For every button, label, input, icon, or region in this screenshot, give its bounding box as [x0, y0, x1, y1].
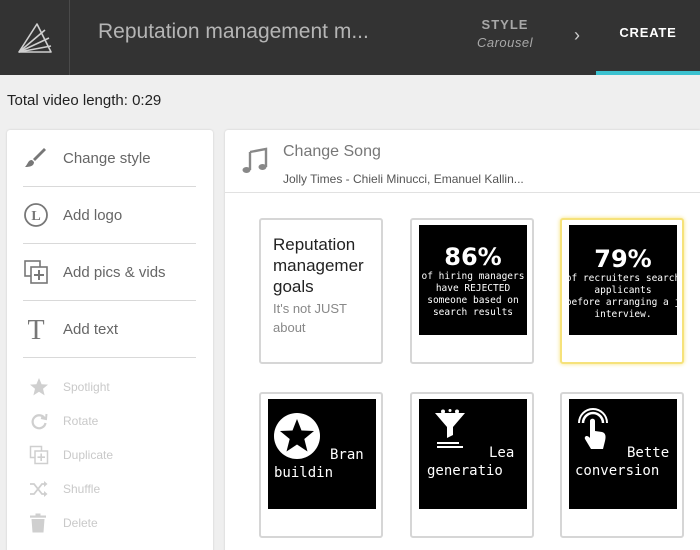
shuffle-icon: [29, 480, 57, 498]
style-step-value: Carousel: [476, 35, 534, 50]
editor-sidebar: Change style L Add logo Add pics & vids …: [7, 130, 213, 550]
project-title[interactable]: Reputation management m...: [98, 20, 368, 44]
slide-caption-line: generatio: [427, 463, 503, 479]
slide-thumbnail: 79% of recruiters search applicants befo…: [569, 225, 677, 335]
rotate-icon: [29, 411, 57, 431]
slide-text-content: Reputation managemer goals It's not JUST…: [273, 234, 375, 337]
brush-icon: [23, 146, 57, 170]
slide-caption-line: buildin: [274, 465, 334, 481]
sidebar-item-label: Add text: [63, 320, 119, 338]
tool-duplicate[interactable]: Duplicate: [29, 443, 113, 467]
fan-logo-icon: [17, 22, 52, 53]
slide-card-stat-79[interactable]: 79% of recruiters search applicants befo…: [560, 218, 684, 364]
text-t-icon: T: [23, 315, 57, 343]
app-logo[interactable]: [0, 0, 70, 75]
sidebar-item-add-logo[interactable]: L Add logo: [23, 187, 196, 244]
style-step-label: STYLE: [481, 17, 529, 32]
tool-label: Rotate: [63, 414, 99, 428]
logo-l-icon: L: [23, 202, 57, 228]
tool-spotlight[interactable]: Spotlight: [29, 375, 110, 399]
slide-card-better-conversion[interactable]: Bette conversion: [560, 392, 684, 538]
stat-line: of recruiters search: [569, 273, 677, 284]
stat-line: before arranging a j: [569, 297, 677, 308]
chevron-right-icon: ›: [574, 25, 580, 45]
slide-thumbnail: Bran buildin: [268, 399, 376, 509]
total-video-length: Total video length: 0:29: [7, 92, 162, 109]
star-icon: [29, 377, 57, 397]
slide-thumbnail: Lea generatio: [419, 399, 527, 509]
tool-delete[interactable]: Delete: [29, 511, 98, 535]
sidebar-item-label: Add pics & vids: [63, 263, 166, 281]
tool-rotate[interactable]: Rotate: [29, 409, 98, 433]
change-song-bar[interactable]: Change Song Jolly Times - Chieli Minucci…: [225, 130, 700, 193]
sidebar-item-add-text[interactable]: T Add text: [23, 301, 196, 358]
stat-line: search results: [432, 307, 514, 318]
tool-label: Shuffle: [63, 482, 101, 496]
tool-label: Spotlight: [63, 380, 110, 394]
stat-line: have REJECTED: [435, 283, 511, 294]
sidebar-item-label: Add logo: [63, 206, 123, 224]
slide-card-text[interactable]: Reputation managemer goals It's not JUST…: [259, 218, 383, 364]
sidebar-item-change-style[interactable]: Change style: [23, 130, 196, 187]
slide-heading-line: goals: [273, 277, 314, 296]
media-add-icon: [23, 259, 57, 285]
duplicate-icon: [29, 445, 57, 465]
stat-number: 79%: [594, 245, 652, 273]
slide-heading-line: Reputation: [273, 235, 356, 254]
slide-card-stat-86[interactable]: 86% of hiring managers have REJECTED som…: [410, 218, 534, 364]
slide-caption-line: conversion: [575, 463, 660, 479]
music-note-icon: [241, 147, 269, 180]
slide-heading-line: managemer: [273, 256, 364, 275]
active-step-underline: [596, 71, 700, 75]
stat-line: of hiring managers: [421, 271, 525, 282]
sidebar-item-add-media[interactable]: Add pics & vids: [23, 244, 196, 301]
stat-line: interview.: [594, 309, 652, 320]
stat-number: 86%: [444, 243, 502, 271]
current-song-name: Jolly Times - Chieli Minucci, Emanuel Ka…: [283, 172, 524, 186]
slide-subtext-line: It's not JUST: [273, 301, 348, 316]
slide-card-brand-building[interactable]: Bran buildin: [259, 392, 383, 538]
slide-caption-line: Lea: [489, 445, 515, 461]
tap-hand-icon: [578, 408, 608, 449]
star-badge-icon: [274, 413, 320, 459]
tool-label: Duplicate: [63, 448, 114, 462]
tool-shuffle[interactable]: Shuffle: [29, 477, 100, 501]
stat-line: someone based on: [427, 295, 519, 306]
slide-caption-line: Bette: [627, 445, 670, 461]
slide-caption-line: Bran: [330, 447, 364, 463]
change-song-title: Change Song: [283, 143, 381, 160]
svg-text:T: T: [27, 315, 44, 343]
sidebar-item-label: Change style: [63, 149, 151, 167]
slides-panel: Change Song Jolly Times - Chieli Minucci…: [225, 130, 700, 550]
slide-thumbnail: 86% of hiring managers have REJECTED som…: [419, 225, 527, 335]
slide-thumbnail: Bette conversion: [569, 399, 677, 509]
slide-card-lead-generation[interactable]: Lea generatio: [410, 392, 534, 538]
funnel-icon: [435, 409, 465, 448]
top-bar: Reputation management m... STYLE Carouse…: [0, 0, 700, 75]
style-step[interactable]: STYLE Carousel: [470, 17, 540, 50]
create-step-label: CREATE: [619, 25, 677, 40]
svg-text:L: L: [31, 209, 40, 224]
trash-icon: [29, 513, 57, 533]
stat-line: applicants: [594, 285, 652, 296]
slide-subtext-line: about: [273, 320, 306, 335]
create-step[interactable]: CREATE: [596, 0, 700, 75]
tool-label: Delete: [63, 516, 98, 530]
